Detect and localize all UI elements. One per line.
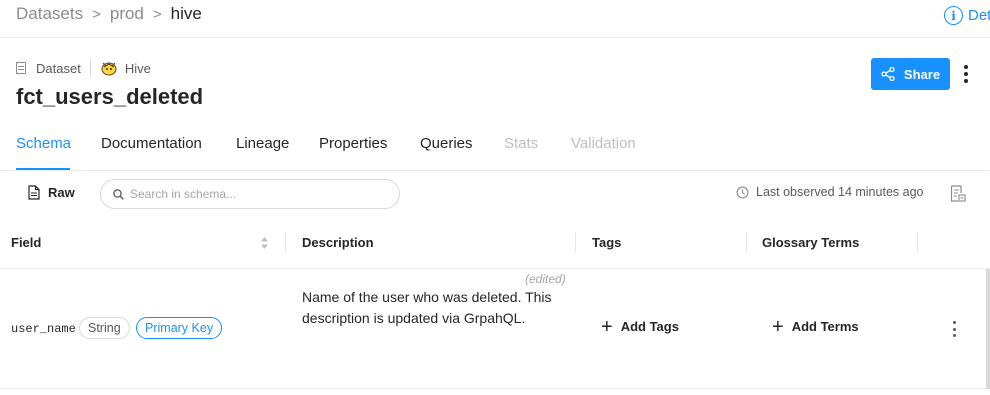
breadcrumb-datasets[interactable]: Datasets <box>16 4 83 24</box>
plus-icon: + <box>772 315 784 338</box>
platform-label: Hive <box>124 60 151 76</box>
search-input[interactable] <box>130 187 390 201</box>
column-header-glossary-terms: Glossary Terms <box>762 235 860 250</box>
edited-label: (edited) <box>525 272 566 286</box>
more-options-icon[interactable] <box>956 63 976 85</box>
hive-logo-icon <box>101 62 117 76</box>
search-icon <box>113 188 124 200</box>
last-observed: Last observed 14 minutes ago <box>736 185 923 199</box>
add-tags-label: Add Tags <box>620 319 679 334</box>
audit-report-icon[interactable] <box>950 185 966 202</box>
share-label: Share <box>903 66 941 82</box>
add-tags-button[interactable]: + Add Tags <box>601 315 679 338</box>
tab-stats: Stats <box>504 135 539 152</box>
sort-icon[interactable] <box>260 236 269 250</box>
raw-label: Raw <box>48 185 75 200</box>
clock-icon <box>736 186 749 198</box>
add-terms-button[interactable]: + Add Terms <box>772 315 859 338</box>
top-bar: Datasets > prod > hive i Det <box>0 0 990 38</box>
column-divider <box>746 232 747 252</box>
schema-search[interactable] <box>100 179 400 209</box>
field-name: user_name <box>11 322 76 336</box>
tab-documentation[interactable]: Documentation <box>101 135 202 152</box>
column-divider <box>285 232 286 252</box>
last-observed-text: Last observed 14 minutes ago <box>756 185 924 199</box>
entity-tabs: Schema Documentation Lineage Properties … <box>0 130 990 171</box>
details-link[interactable]: i Det <box>944 6 990 25</box>
column-header-field[interactable]: Field <box>11 235 41 250</box>
plus-icon: + <box>601 315 613 338</box>
breadcrumb: Datasets > prod > hive <box>16 4 202 24</box>
column-header-description: Description <box>302 235 374 250</box>
tab-schema[interactable]: Schema <box>16 135 71 152</box>
type-badge: String <box>79 317 130 339</box>
tab-validation: Validation <box>571 135 636 152</box>
breadcrumb-hive[interactable]: hive <box>171 4 202 24</box>
tab-lineage[interactable]: Lineage <box>236 135 289 152</box>
column-divider <box>575 232 576 252</box>
chevron-right-icon: > <box>152 5 162 23</box>
active-tab-indicator <box>16 168 70 170</box>
table-scrollbar[interactable] <box>986 269 990 389</box>
tab-queries[interactable]: Queries <box>420 135 473 152</box>
details-label: Det <box>968 7 990 24</box>
breadcrumb-prod[interactable]: prod <box>110 4 144 24</box>
row-more-options-icon[interactable] <box>951 321 957 337</box>
field-description[interactable]: Name of the user who was deleted. This d… <box>302 287 552 329</box>
primary-key-badge: Primary Key <box>136 317 223 339</box>
add-terms-label: Add Terms <box>791 319 859 334</box>
share-icon <box>881 67 895 81</box>
tab-properties[interactable]: Properties <box>319 135 387 152</box>
page-title: fct_users_deleted <box>16 84 204 109</box>
meta-divider <box>89 60 91 76</box>
raw-button[interactable]: Raw <box>28 185 75 200</box>
info-icon: i <box>944 6 963 25</box>
chevron-right-icon: > <box>92 5 101 23</box>
entity-meta: Dataset Hive <box>16 60 151 76</box>
share-button[interactable]: Share <box>871 58 950 90</box>
column-header-tags: Tags <box>592 235 622 250</box>
file-text-icon <box>28 185 40 200</box>
entity-type-label: Dataset <box>36 60 81 76</box>
schema-table-header: Field Description Tags Glossary Terms <box>0 216 990 269</box>
dataset-icon <box>16 62 26 74</box>
schema-toolbar: Raw Last observed 14 minutes ago <box>0 171 990 216</box>
table-row[interactable]: user_name String Primary Key (edited) Na… <box>0 269 990 389</box>
column-divider <box>917 232 918 252</box>
